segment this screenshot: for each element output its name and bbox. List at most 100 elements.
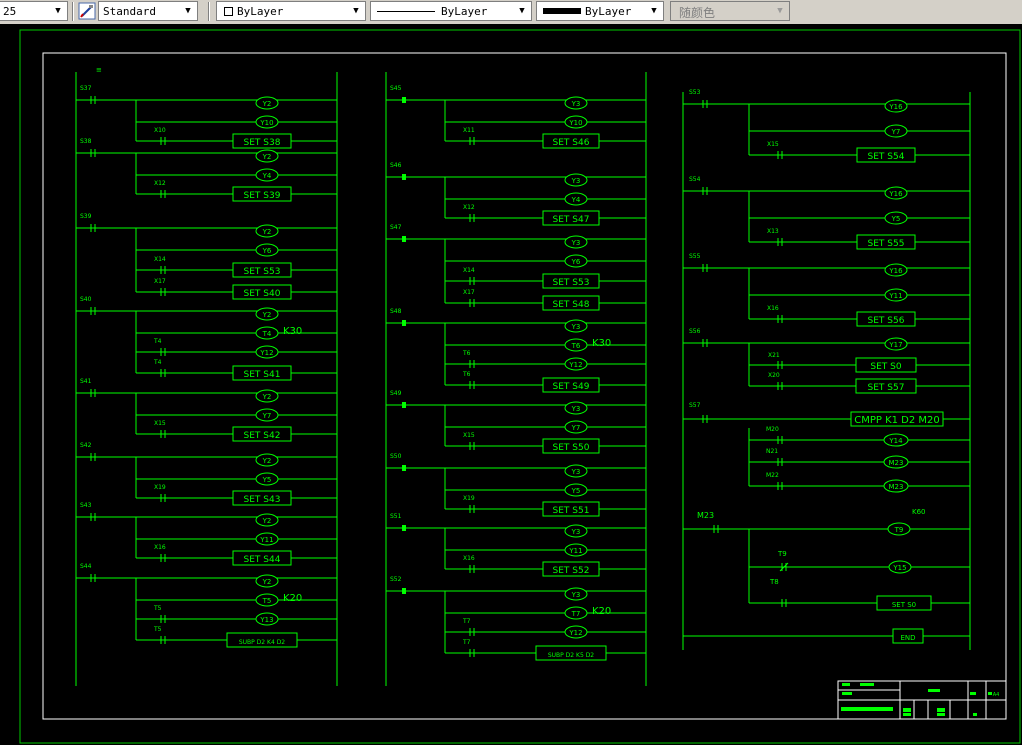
step-label: S45 bbox=[390, 85, 402, 92]
set-instruction-label: SET S52 bbox=[553, 566, 590, 576]
contact-label: T9 bbox=[777, 550, 787, 558]
contact-label: X16 bbox=[463, 555, 475, 562]
output-coil-label: Y10 bbox=[568, 119, 582, 127]
chevron-down-icon: ▼ bbox=[185, 6, 191, 16]
set-instruction-label: SET S0 bbox=[892, 601, 916, 609]
step-label: S44 bbox=[80, 563, 92, 570]
step-label: S54 bbox=[689, 176, 701, 183]
set-instruction-label: SET S53 bbox=[244, 267, 281, 277]
step-label: S55 bbox=[689, 253, 701, 260]
output-coil-label: Y11 bbox=[259, 536, 273, 544]
contact-label: X19 bbox=[463, 495, 475, 502]
contact-label: T4 bbox=[153, 359, 162, 366]
contact-label: X12 bbox=[463, 204, 475, 211]
contact-label: X17 bbox=[154, 278, 166, 285]
set-instruction-label: SET S51 bbox=[553, 506, 590, 516]
contact-label: T8 bbox=[769, 578, 779, 586]
output-coil-label: Y3 bbox=[571, 177, 581, 185]
set-instruction-label: SET S47 bbox=[553, 215, 590, 225]
output-coil-label: Y16 bbox=[888, 103, 903, 111]
subp-instruction-label: SUBP D2 K4 D2 bbox=[239, 639, 285, 646]
output-coil-label: Y2 bbox=[262, 393, 272, 401]
output-coil-label: Y3 bbox=[571, 591, 581, 599]
set-instruction-label: SET S49 bbox=[553, 382, 590, 392]
title-block-mark bbox=[903, 713, 911, 716]
set-instruction-label: SET S39 bbox=[244, 191, 281, 201]
step-label: S39 bbox=[80, 213, 92, 220]
layer-value: 25 bbox=[3, 5, 17, 18]
contact-label: T6 bbox=[462, 350, 471, 357]
output-coil-label: Y2 bbox=[262, 311, 272, 319]
drawing-canvas[interactable]: ≡ S37 Y2 Y10 X10 SET S38 S38 Y2 Y4 X12 SET S39 S39 Y… bbox=[0, 24, 1022, 745]
set-instruction-label: SET S38 bbox=[244, 138, 281, 148]
set-instruction-label: SET S0 bbox=[870, 362, 901, 372]
contact-label: T5 bbox=[153, 605, 162, 612]
output-coil-label: Y6 bbox=[262, 247, 272, 255]
set-instruction-label: SET S43 bbox=[244, 495, 281, 505]
step-label: M23 bbox=[697, 511, 714, 520]
lineweight-control-dropdown[interactable]: ByLayer ▼ bbox=[536, 1, 664, 21]
color-control-dropdown[interactable]: ByLayer ▼ bbox=[216, 1, 366, 21]
output-coil-label: Y11 bbox=[568, 547, 582, 555]
output-coil-label: Y12 bbox=[259, 349, 273, 357]
toolbar-separator bbox=[72, 2, 74, 21]
timer-constant: K30 bbox=[283, 326, 302, 337]
linetype-control-dropdown[interactable]: ByLayer ▼ bbox=[370, 1, 532, 21]
text-style-value: Standard bbox=[103, 5, 156, 18]
output-coil-label: Y15 bbox=[892, 564, 906, 572]
set-instruction-label: SET S54 bbox=[868, 152, 905, 162]
contact-label: X13 bbox=[767, 228, 779, 235]
plotstyle-value: 随颜色 bbox=[679, 6, 716, 20]
set-instruction-label: SET S41 bbox=[244, 370, 281, 380]
contact-label: X21 bbox=[768, 352, 780, 359]
title-block-mark bbox=[842, 683, 850, 686]
output-coil-label: Y16 bbox=[888, 267, 903, 275]
step-label: S53 bbox=[689, 89, 701, 96]
title-block-mark bbox=[841, 707, 893, 711]
contact-label: T4 bbox=[153, 338, 162, 345]
output-coil-label: Y3 bbox=[571, 528, 581, 536]
output-coil-label: Y5 bbox=[571, 487, 581, 495]
chevron-down-icon: ▼ bbox=[55, 6, 61, 16]
output-coil-label: Y12 bbox=[568, 629, 582, 637]
contact-label: X14 bbox=[463, 267, 475, 274]
text-style-icon[interactable] bbox=[78, 2, 96, 20]
color-value: ByLayer bbox=[237, 5, 284, 18]
set-instruction-label: SET S53 bbox=[553, 278, 590, 288]
output-coil-label: Y2 bbox=[262, 517, 272, 525]
contact-label: X11 bbox=[463, 127, 475, 134]
chevron-down-icon: ▼ bbox=[777, 6, 783, 16]
layer-dropdown[interactable]: 25 ▼ bbox=[0, 1, 68, 21]
output-coil-label: Y2 bbox=[262, 153, 272, 161]
properties-toolbar: 25 ▼ Standard ▼ ByLayer ▼ ByLayer ▼ ByLa… bbox=[0, 0, 1022, 25]
text-style-dropdown[interactable]: Standard ▼ bbox=[98, 1, 198, 21]
contact-label: X15 bbox=[154, 420, 166, 427]
step-contact bbox=[402, 402, 406, 408]
color-swatch-icon bbox=[224, 7, 233, 16]
title-block-mark bbox=[903, 708, 911, 712]
contact-label: T6 bbox=[462, 371, 471, 378]
timer-constant: K20 bbox=[283, 593, 302, 604]
output-coil-label: Y2 bbox=[262, 100, 272, 108]
output-coil-label: Y4 bbox=[262, 172, 272, 180]
output-coil-label: Y7 bbox=[571, 424, 581, 432]
title-block-mark bbox=[988, 692, 992, 695]
output-coil-label: Y3 bbox=[571, 468, 581, 476]
lineweight-value: ByLayer bbox=[585, 5, 632, 18]
set-instruction-label: SET S55 bbox=[868, 239, 905, 249]
set-instruction-label: SET S44 bbox=[244, 555, 281, 565]
output-coil-label: Y3 bbox=[571, 239, 581, 247]
step-contact bbox=[402, 320, 406, 326]
output-coil-label: Y4 bbox=[571, 196, 581, 204]
timer-constant: K20 bbox=[592, 606, 611, 617]
step-label: S48 bbox=[390, 308, 402, 315]
plotstyle-control-dropdown[interactable]: 随颜色 ▼ bbox=[670, 1, 790, 21]
step-label: S41 bbox=[80, 378, 92, 385]
contact-label: X15 bbox=[767, 141, 779, 148]
step-contact bbox=[402, 525, 406, 531]
lineweight-sample-icon bbox=[543, 8, 581, 14]
set-instruction-label: SET S50 bbox=[553, 443, 590, 453]
end-instruction-label: END bbox=[900, 634, 915, 642]
sheet-size-label: A4 bbox=[993, 692, 1000, 698]
timer-constant: K60 bbox=[912, 508, 926, 516]
